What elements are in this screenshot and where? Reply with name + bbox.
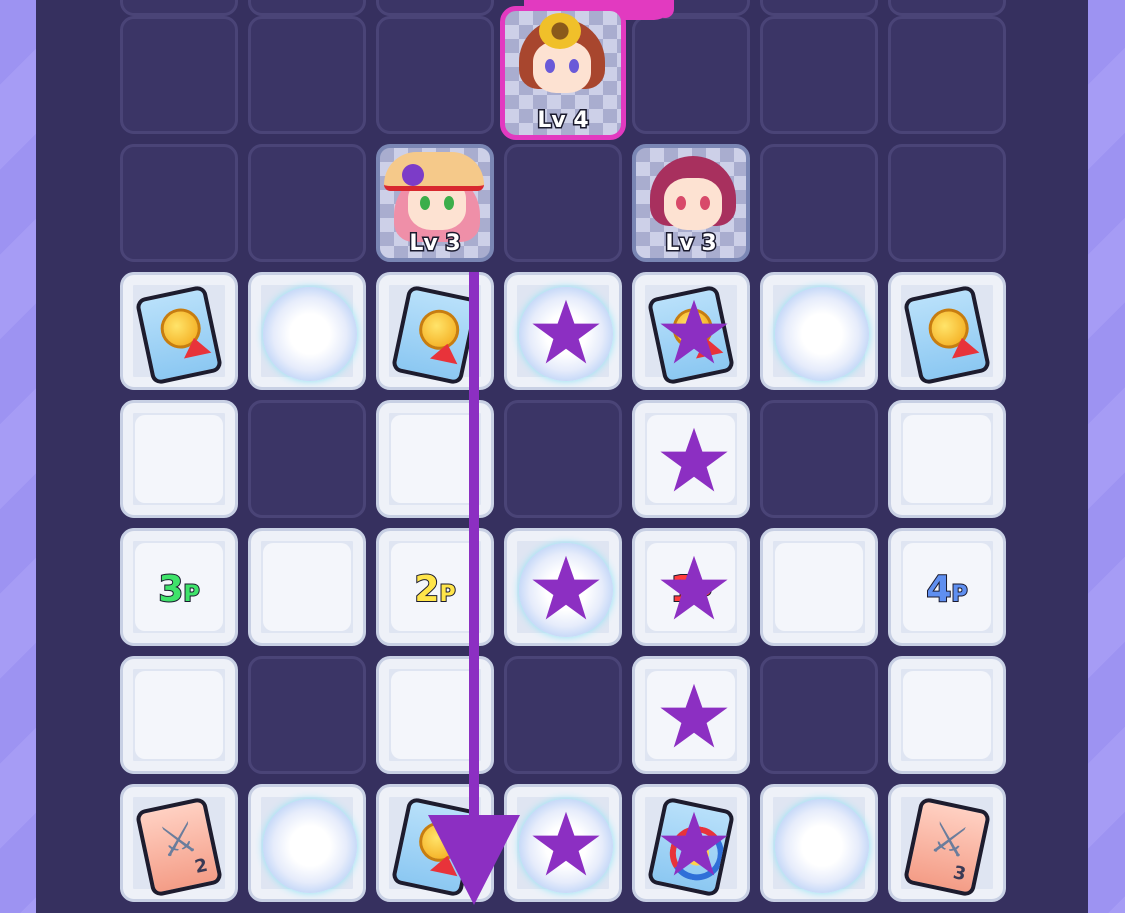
tile-empty[interactable] — [120, 656, 238, 774]
board-cell[interactable] — [248, 16, 366, 134]
tile-sword-card[interactable]: ⚔ 2 — [120, 784, 238, 902]
tile-sword-card[interactable]: ⚔ 3 — [888, 784, 1006, 902]
board-cell[interactable] — [760, 656, 878, 774]
sword-card-icon: ⚔ 2 — [134, 796, 224, 898]
side-panel-left — [0, 0, 36, 913]
board-cell[interactable] — [120, 16, 238, 134]
star-icon — [660, 683, 728, 748]
tile-cycle-card-star[interactable] — [632, 784, 750, 902]
glow-orb-icon — [775, 287, 869, 381]
tile-empty[interactable] — [120, 400, 238, 518]
character-eye — [545, 59, 555, 73]
character-piece-hat-girl[interactable]: Lv 3 — [376, 144, 494, 262]
star-icon — [532, 299, 600, 364]
board-cell[interactable] — [888, 0, 1006, 16]
star-icon — [660, 811, 728, 876]
character-piece-leader[interactable]: Lv 4 — [500, 6, 626, 140]
character-eye — [700, 196, 710, 210]
board-cell[interactable] — [248, 144, 366, 262]
board-cell[interactable] — [760, 16, 878, 134]
tile-empty[interactable] — [888, 400, 1006, 518]
board-cell[interactable] — [504, 400, 622, 518]
side-panel-right — [1088, 0, 1125, 913]
tile-player-4[interactable]: 4P — [888, 528, 1006, 646]
tile-orb-star[interactable] — [504, 272, 622, 390]
board-cell[interactable] — [120, 144, 238, 262]
character-face — [664, 178, 722, 230]
board-cell[interactable] — [888, 144, 1006, 262]
tile-orb[interactable] — [248, 272, 366, 390]
board-cell[interactable] — [760, 144, 878, 262]
tile-medal-card[interactable] — [888, 272, 1006, 390]
board-cell[interactable] — [248, 400, 366, 518]
star-icon — [660, 555, 728, 620]
sunflower-icon — [539, 13, 581, 49]
star-icon — [660, 427, 728, 492]
tile-player-3[interactable]: 3P — [120, 528, 238, 646]
board-cell[interactable] — [120, 0, 238, 16]
tile-orb[interactable] — [248, 784, 366, 902]
player-label-4: 4P — [925, 568, 968, 611]
glow-orb-icon — [263, 799, 357, 893]
star-icon — [532, 811, 600, 876]
tile-empty[interactable] — [888, 656, 1006, 774]
sword-value: 2 — [192, 854, 210, 878]
character-piece-ponytail-girl[interactable]: Lv 3 — [632, 144, 750, 262]
game-board: Lv 4 Lv 3 Lv 3 3P 2P 4P ⚔ 2 ⚔ 3 — [36, 0, 1088, 913]
rose-icon — [402, 164, 424, 186]
glow-orb-icon — [775, 799, 869, 893]
player-label-3: 3P — [157, 568, 200, 611]
hat-icon — [384, 152, 484, 191]
tile-orb-star[interactable] — [504, 528, 622, 646]
character-eye — [444, 196, 454, 210]
board-cell[interactable] — [760, 0, 878, 16]
star-icon — [532, 555, 600, 620]
medal-card-icon — [134, 284, 224, 386]
board-cell[interactable] — [248, 656, 366, 774]
tile-orb[interactable] — [760, 272, 878, 390]
star-icon — [660, 299, 728, 364]
character-eye — [569, 59, 579, 73]
board-cell[interactable] — [504, 656, 622, 774]
sword-value: 3 — [951, 862, 968, 886]
move-arrow-shaft — [469, 272, 479, 862]
tile-star[interactable] — [632, 400, 750, 518]
board-cell[interactable] — [888, 16, 1006, 134]
board-cell[interactable] — [632, 16, 750, 134]
board-cell[interactable] — [248, 0, 366, 16]
level-label: Lv 3 — [664, 230, 718, 258]
tile-star[interactable] — [632, 656, 750, 774]
arrow-down-icon — [428, 815, 520, 905]
tile-empty[interactable] — [248, 528, 366, 646]
tile-medal-card[interactable] — [120, 272, 238, 390]
tile-medal-card-star[interactable] — [632, 272, 750, 390]
tile-orb[interactable] — [760, 784, 878, 902]
board-cell[interactable] — [504, 144, 622, 262]
tile-empty[interactable] — [760, 528, 878, 646]
character-eye — [676, 196, 686, 210]
tile-player-1[interactable]: 1P — [632, 528, 750, 646]
character-eye — [420, 196, 430, 210]
medal-card-icon — [902, 284, 992, 386]
medal-card-icon — [390, 284, 480, 386]
level-label: Lv 4 — [536, 107, 590, 135]
board-cell[interactable] — [376, 16, 494, 134]
glow-orb-icon — [263, 287, 357, 381]
board-cell[interactable] — [376, 0, 494, 16]
level-label: Lv 3 — [408, 230, 462, 258]
board-cell[interactable] — [760, 400, 878, 518]
sword-card-icon: ⚔ 3 — [902, 796, 992, 898]
tile-orb-star[interactable] — [504, 784, 622, 902]
